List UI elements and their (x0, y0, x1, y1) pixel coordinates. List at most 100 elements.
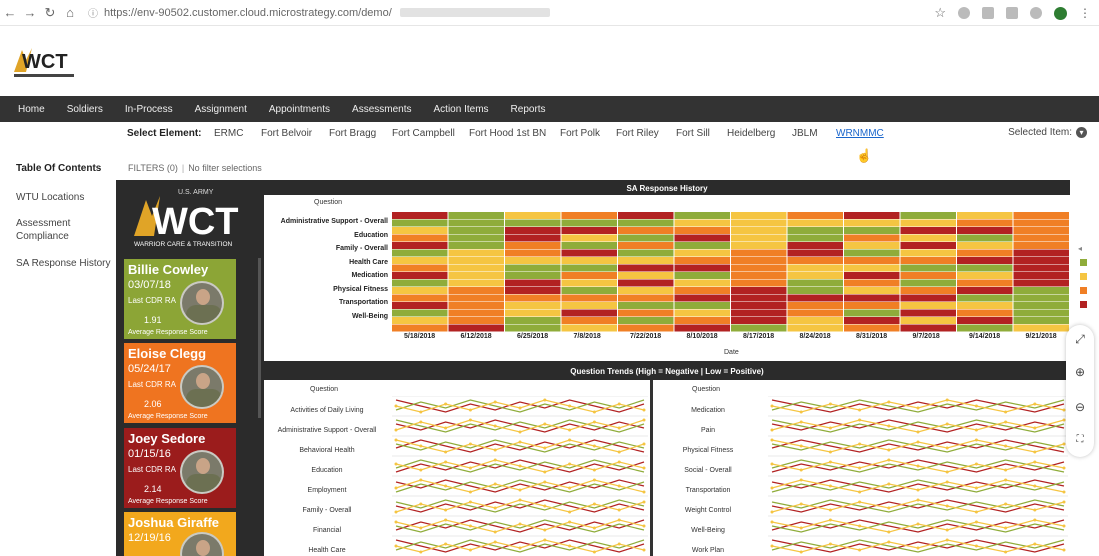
trend-point (828, 460, 832, 464)
cards-scrollbar[interactable] (258, 258, 261, 418)
nav-item-home[interactable]: Home (18, 104, 45, 115)
sidebar-item-wtu-locations[interactable]: WTU Locations (16, 191, 111, 204)
soldier-card[interactable]: Eloise Clegg 05/24/17 Last CDR RA 2.06 Avera… (124, 343, 236, 423)
heatmap-cell (731, 219, 787, 227)
trend-point (916, 546, 920, 550)
heatmap-question-header: Question (314, 199, 343, 206)
trend-question-label: Work Plan (691, 547, 725, 554)
select-element-item[interactable]: WRNMMC (836, 128, 884, 139)
nav-item-action-items[interactable]: Action Items (434, 104, 489, 115)
sidebar-item-assessment-compliance[interactable]: Assessment Compliance (16, 217, 111, 243)
heatmap-cell (618, 257, 674, 264)
trends-left-sparklines[interactable] (392, 396, 648, 556)
soldier-card[interactable]: Joshua Giraffe 12/19/16 (124, 512, 236, 556)
trend-point (828, 484, 832, 488)
extension-icon[interactable] (1006, 7, 1018, 19)
heatmap-cell (787, 242, 843, 249)
heatmap-cell (957, 324, 1013, 332)
heatmap-cell (618, 279, 674, 287)
heatmap-cell (561, 227, 617, 234)
heatmap-cell (957, 302, 1013, 309)
zoom-out-icon[interactable]: ⊖ (1072, 399, 1088, 415)
filters-bar[interactable]: FILTERS (0) | No filter selections (128, 163, 262, 173)
heatmap-cell (787, 212, 843, 219)
extension-icon[interactable] (982, 7, 994, 19)
heatmap-cell (448, 227, 504, 234)
wct-logo: WCT (14, 48, 74, 77)
select-element-item[interactable]: Fort Sill (676, 128, 710, 139)
trend-sparkline (395, 539, 645, 553)
select-element-item[interactable]: JBLM (792, 128, 818, 139)
select-element-item[interactable]: Heidelberg (727, 128, 775, 139)
forward-icon[interactable]: → (20, 5, 40, 20)
trends-right-sparklines[interactable] (768, 396, 1068, 556)
legend-swatch[interactable] (1080, 273, 1087, 280)
heatmap-cell (900, 272, 956, 279)
select-element-item[interactable]: Fort Polk (560, 128, 600, 139)
extension-icon[interactable] (1030, 7, 1042, 19)
trend-point (1062, 548, 1066, 552)
heatmap-cell (900, 264, 956, 272)
trend-point (394, 404, 398, 408)
trend-point (799, 420, 803, 424)
back-icon[interactable]: ← (0, 5, 20, 20)
browser-menu-icon[interactable]: ⋮ (1079, 6, 1091, 20)
nav-item-assignment[interactable]: Assignment (195, 104, 247, 115)
zoom-in-icon[interactable]: ⊕ (1072, 364, 1088, 380)
trend-point (444, 402, 448, 406)
address-bar[interactable]: ⓘ https://env-90502.customer.cloud.micro… (88, 5, 550, 20)
heatmap-cell (731, 309, 787, 317)
nav-item-soldiers[interactable]: Soldiers (67, 104, 103, 115)
trend-point (770, 486, 774, 490)
heatmap-cell (618, 234, 674, 242)
chevron-down-icon[interactable]: ▾ (1076, 127, 1087, 138)
selected-item[interactable]: Selected Item: ▾ (1008, 127, 1087, 138)
soldier-card-label: Last CDR RA (128, 465, 177, 474)
trend-question-label: Behavioral Health (299, 447, 355, 454)
heatmap-cell (505, 287, 561, 294)
heatmap-cell (561, 309, 617, 317)
reload-icon[interactable]: ↻ (40, 5, 60, 21)
select-element-item[interactable]: Fort Bragg (329, 128, 376, 139)
extension-icon[interactable] (958, 7, 970, 19)
trend-point (444, 426, 448, 430)
heatmap-cell (505, 249, 561, 257)
legend-arrow-icon[interactable]: ◂ (1078, 244, 1082, 253)
trend-point (887, 458, 891, 462)
legend-swatch[interactable] (1080, 301, 1087, 308)
trend-point (543, 528, 547, 532)
profile-avatar[interactable] (1054, 6, 1067, 20)
fit-screen-icon[interactable]: ⛶ (1072, 432, 1088, 448)
bookmark-star-icon[interactable]: ☆ (934, 5, 946, 21)
nav-item-reports[interactable]: Reports (511, 104, 546, 115)
select-element-item[interactable]: Fort Belvoir (261, 128, 312, 139)
trend-question-label: Health Care (308, 547, 346, 554)
soldier-card[interactable]: Joey Sedore 01/15/16 Last CDR RA 2.14 Averag… (124, 428, 236, 508)
select-element-item[interactable]: Fort Campbell (392, 128, 455, 139)
heatmap-cell (731, 317, 787, 324)
heatmap-cell (618, 242, 674, 249)
select-element-item[interactable]: Fort Hood 1st BN (469, 128, 546, 139)
heatmap-cell (844, 287, 900, 294)
heatmap-cell (505, 309, 561, 317)
heatmap-cell (844, 324, 900, 332)
trend-point (394, 462, 398, 466)
soldier-card[interactable]: Billie Cowley 03/07/18 Last CDR RA 1.91 Aver… (124, 259, 236, 339)
heatmap-cell (900, 212, 956, 219)
trend-point (799, 526, 803, 530)
nav-item-in-process[interactable]: In-Process (125, 104, 173, 115)
legend-swatch[interactable] (1080, 259, 1087, 266)
sidebar-item-sa-response-history[interactable]: SA Response History (16, 257, 111, 270)
nav-item-assessments[interactable]: Assessments (352, 104, 411, 115)
heatmap-cell (957, 264, 1013, 272)
nav-item-appointments[interactable]: Appointments (269, 104, 330, 115)
select-element-label: Select Element: (127, 128, 202, 139)
select-element-item[interactable]: Fort Riley (616, 128, 659, 139)
trend-point (974, 520, 978, 524)
expand-icon[interactable]: ⤢ (1072, 331, 1088, 347)
heatmap-grid[interactable] (392, 212, 1070, 332)
select-element-item[interactable]: ERMC (214, 128, 243, 139)
trend-point (887, 530, 891, 534)
home-icon[interactable]: ⌂ (60, 5, 80, 20)
legend-swatch[interactable] (1080, 287, 1087, 294)
